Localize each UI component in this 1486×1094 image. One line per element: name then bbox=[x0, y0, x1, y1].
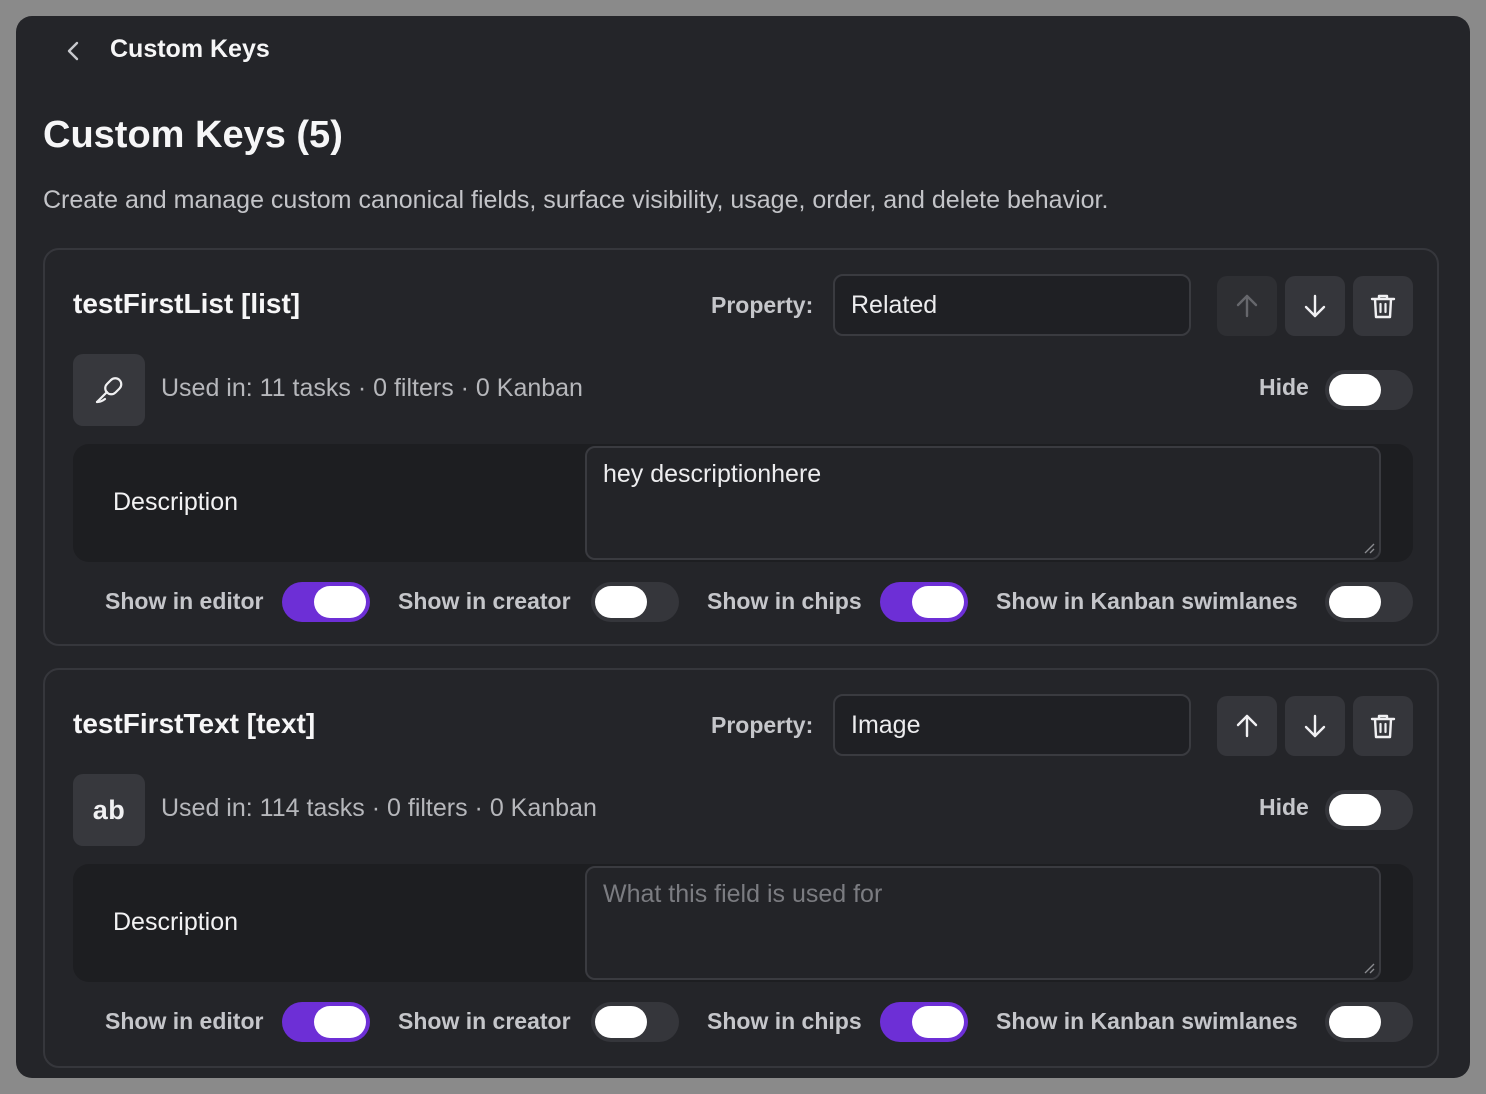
show-in-creator-toggle[interactable] bbox=[591, 1002, 679, 1042]
show-in-kanban-toggle[interactable] bbox=[1325, 582, 1413, 622]
toggle-knob bbox=[314, 1006, 366, 1038]
arrow-down-icon bbox=[1304, 294, 1326, 318]
page-title: Custom Keys (5) bbox=[43, 114, 343, 156]
key-name: testFirstList [list] bbox=[73, 288, 301, 319]
usage-summary: Used in: 114 tasks · 0 filters · 0 Kanba… bbox=[161, 794, 597, 822]
show-in-chips-label: Show in chips bbox=[707, 588, 862, 614]
move-up-button[interactable] bbox=[1217, 696, 1277, 756]
show-in-creator-label: Show in creator bbox=[398, 588, 571, 614]
resize-handle-icon[interactable] bbox=[1363, 542, 1375, 554]
arrow-down-icon bbox=[1304, 714, 1326, 738]
show-in-editor-label: Show in editor bbox=[105, 588, 264, 614]
custom-key-card: testFirstList [list] Property: Related U… bbox=[43, 248, 1439, 646]
show-in-editor-toggle[interactable] bbox=[282, 582, 370, 622]
delete-button[interactable] bbox=[1353, 696, 1413, 756]
link-chain-icon bbox=[95, 377, 123, 404]
move-up-button[interactable] bbox=[1217, 276, 1277, 336]
toggle-knob bbox=[1329, 586, 1381, 618]
show-in-creator-label: Show in creator bbox=[398, 1008, 571, 1034]
description-panel: Description What this field is used for bbox=[73, 864, 1413, 982]
property-label: Property: bbox=[711, 292, 814, 318]
toggle-knob bbox=[595, 586, 647, 618]
description-panel: Description hey descriptionhere bbox=[73, 444, 1413, 562]
toggle-knob bbox=[314, 586, 366, 618]
key-name: testFirstText [text] bbox=[73, 708, 316, 739]
toggle-knob bbox=[1329, 1006, 1381, 1038]
show-in-creator-toggle[interactable] bbox=[591, 582, 679, 622]
toggle-knob bbox=[1329, 794, 1381, 826]
show-in-chips-toggle[interactable] bbox=[880, 1002, 968, 1042]
show-in-chips-toggle[interactable] bbox=[880, 582, 968, 622]
toggle-knob bbox=[1329, 374, 1381, 406]
custom-key-card: testFirstText [text] Property: Image ab … bbox=[43, 668, 1439, 1068]
show-in-editor-label: Show in editor bbox=[105, 1008, 264, 1034]
toggle-knob bbox=[912, 586, 964, 618]
usage-summary: Used in: 11 tasks · 0 filters · 0 Kanban bbox=[161, 374, 583, 402]
back-button[interactable] bbox=[60, 36, 86, 66]
toggle-knob bbox=[912, 1006, 964, 1038]
description-label: Description bbox=[113, 488, 239, 516]
arrow-up-icon bbox=[1236, 294, 1258, 318]
hide-toggle[interactable] bbox=[1325, 790, 1413, 830]
toggle-knob bbox=[595, 1006, 647, 1038]
show-in-kanban-label: Show in Kanban swimlanes bbox=[996, 1008, 1298, 1034]
text-type-icon: ab bbox=[73, 774, 145, 846]
description-label: Description bbox=[113, 908, 239, 936]
show-in-chips-label: Show in chips bbox=[707, 1008, 862, 1034]
property-label: Property: bbox=[711, 712, 814, 738]
property-select[interactable]: Image bbox=[833, 694, 1191, 756]
description-placeholder: What this field is used for bbox=[603, 880, 883, 908]
hide-toggle[interactable] bbox=[1325, 370, 1413, 410]
description-value: hey descriptionhere bbox=[603, 460, 822, 488]
show-in-kanban-toggle[interactable] bbox=[1325, 1002, 1413, 1042]
delete-button[interactable] bbox=[1353, 276, 1413, 336]
chevron-left-icon bbox=[67, 41, 79, 61]
top-bar: Custom Keys bbox=[16, 16, 1470, 84]
move-down-button[interactable] bbox=[1285, 276, 1345, 336]
text-ab-icon: ab bbox=[92, 794, 126, 825]
trash-icon bbox=[1370, 294, 1396, 319]
description-textarea[interactable]: hey descriptionhere bbox=[585, 446, 1381, 560]
resize-handle-icon[interactable] bbox=[1363, 962, 1375, 974]
description-textarea[interactable]: What this field is used for bbox=[585, 866, 1381, 980]
list-type-icon bbox=[73, 354, 145, 426]
page-subtitle: Create and manage custom canonical field… bbox=[43, 186, 1109, 214]
show-in-kanban-label: Show in Kanban swimlanes bbox=[996, 588, 1298, 614]
custom-keys-window: Custom Keys Custom Keys (5) Create and m… bbox=[16, 16, 1470, 1078]
move-down-button[interactable] bbox=[1285, 696, 1345, 756]
trash-icon bbox=[1370, 714, 1396, 739]
hide-label: Hide bbox=[1259, 374, 1309, 400]
property-select[interactable]: Related bbox=[833, 274, 1191, 336]
topbar-title: Custom Keys bbox=[110, 35, 270, 63]
show-in-editor-toggle[interactable] bbox=[282, 1002, 370, 1042]
hide-label: Hide bbox=[1259, 794, 1309, 820]
arrow-up-icon bbox=[1236, 714, 1258, 738]
